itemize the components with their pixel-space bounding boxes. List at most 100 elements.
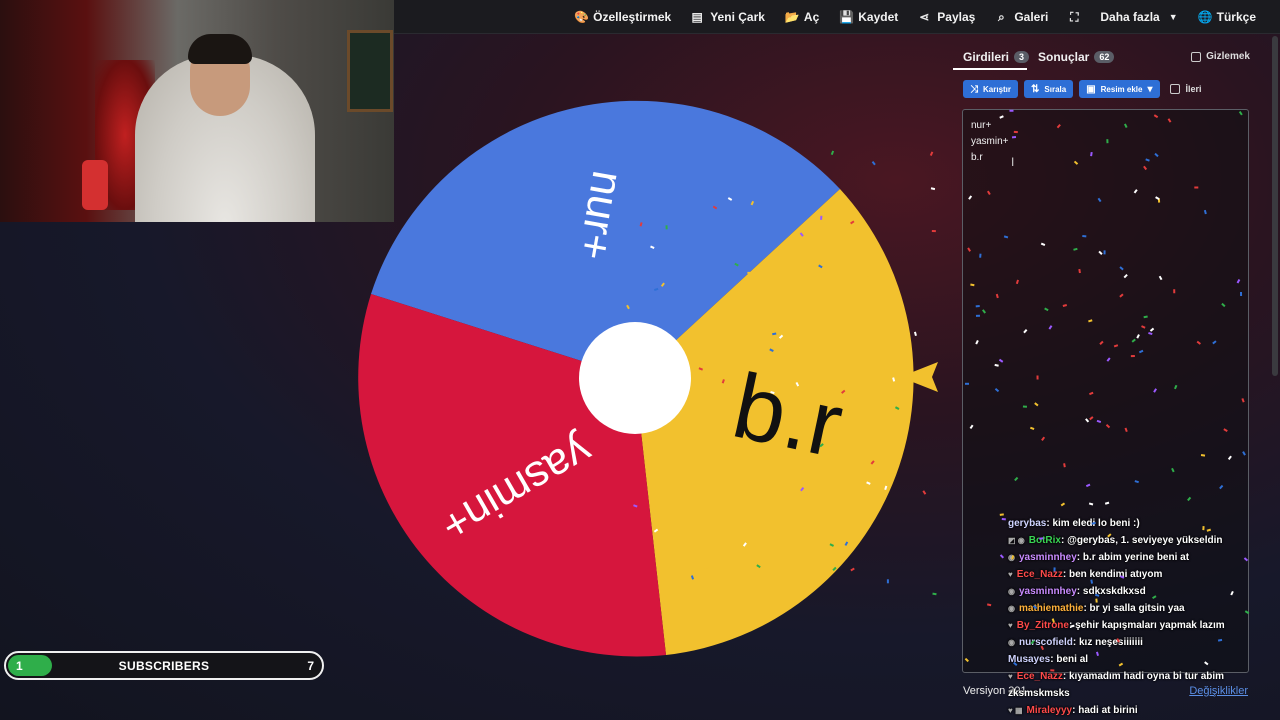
- entry-line: b.r: [971, 152, 983, 163]
- chat-username: Ece_Nazz: [1016, 671, 1063, 682]
- nav-customize-label: Özelleştirmek: [593, 10, 672, 24]
- chat-username: Miraleyyy: [1026, 705, 1073, 716]
- chat-text: : kim eledi lo beni :): [1046, 518, 1140, 529]
- chat-badge-icon: ♥: [1008, 570, 1013, 579]
- chat-text: : beni al: [1050, 654, 1089, 665]
- sort-icon: ⇅: [1031, 83, 1040, 95]
- hide-checkbox-box[interactable]: [1191, 51, 1202, 62]
- chat-username: mathiemathie: [1018, 603, 1084, 614]
- chat-message: zksmskmsks: [1008, 685, 1258, 702]
- tab-results-count: 62: [1094, 51, 1115, 63]
- chat-message: ♥ Ece_Nazz : kıyamadım hadi oyna bi tur a…: [1008, 668, 1258, 685]
- add-image-button[interactable]: ▣ Resim ekle ▾: [1079, 80, 1160, 98]
- nav-fullscreen[interactable]: ⛶: [1058, 0, 1090, 34]
- nav-gallery[interactable]: ⌕ Galeri: [985, 0, 1058, 34]
- chat-badge-icon: ♥ ▦: [1008, 706, 1023, 715]
- chat-badge-icon: ♥: [1008, 672, 1013, 681]
- webcam-overlay: [0, 0, 394, 222]
- entry-line: nur+: [971, 120, 992, 131]
- chat-username: yasminnhey: [1018, 552, 1077, 563]
- page-scrollbar[interactable]: [1272, 36, 1278, 376]
- chat-text: : ben kendimi atıyom: [1062, 569, 1163, 580]
- spin-wheel[interactable]: nur+ b.r yasmin+: [356, 99, 914, 657]
- chat-badge-icon: ♥: [1008, 621, 1013, 630]
- chat-username: By_Zitrone: [1016, 620, 1069, 631]
- tab-entries-count: 3: [1014, 51, 1030, 63]
- webcam-lamp: [82, 160, 108, 210]
- chat-message: ◉ mathiemathie : br yi salla gitsin yaa: [1008, 600, 1258, 617]
- nav-new-label: Yeni Çark: [710, 10, 765, 24]
- wheel-svg[interactable]: nur+ b.r yasmin+: [356, 99, 914, 657]
- nav-new[interactable]: ▤ Yeni Çark: [681, 0, 775, 34]
- subscribers-label: SUBSCRIBERS: [118, 659, 210, 673]
- confetti-piece: [931, 230, 936, 233]
- tab-entries[interactable]: Girdileri 3: [963, 50, 1030, 64]
- chat-badge-icon: ◉: [1008, 604, 1015, 613]
- panel-tabs: Girdileri 3 Sonuçlar 62 Gizlemek: [953, 40, 1258, 70]
- nav-menu: 🎨 Özelleştirmek ▤ Yeni Çark 📂 Aç 💾 Kaydet ⋖ Payla…: [564, 0, 1266, 34]
- wheel-pointer-icon: [900, 362, 938, 392]
- chat-text: zksmskmsks: [1008, 688, 1070, 699]
- chat-username: BotRix: [1028, 535, 1061, 546]
- nav-language-label: Türkçe: [1216, 10, 1256, 24]
- nav-share[interactable]: ⋖ Paylaş: [908, 0, 985, 34]
- nav-language[interactable]: 🌐 Türkçe: [1188, 0, 1266, 34]
- nav-more[interactable]: Daha fazla ▼: [1090, 0, 1187, 34]
- chat-text: : kıyamadım hadi oyna bi tur abim: [1062, 671, 1225, 682]
- entries-toolbar: ⤨ Karıştır ⇅ Sırala ▣ Resim ekle ▾ İleri: [963, 80, 1202, 98]
- share-icon: ⋖: [919, 10, 930, 24]
- chat-username: nurscofield: [1018, 637, 1073, 648]
- chat-text: : b.r abim yerine beni at: [1076, 552, 1190, 563]
- chat-message: ◉ yasminnhey : b.r abim yerine beni at: [1008, 549, 1258, 566]
- tab-active-indicator: [953, 68, 1027, 70]
- wheel-center-hub[interactable]: [579, 322, 691, 434]
- subscribers-goal: 7: [307, 659, 314, 673]
- shuffle-button[interactable]: ⤨ Karıştır: [963, 80, 1019, 98]
- chat-username: gerybas: [1008, 518, 1047, 529]
- hide-checkbox-label: Gizlemek: [1206, 51, 1250, 62]
- subscribers-goal-bar: 1 SUBSCRIBERS 7: [4, 651, 324, 680]
- advanced-checkbox-label: İleri: [1185, 84, 1202, 94]
- chat-message: ♥ ▦ Miraleyyy : hadi at birini: [1008, 702, 1258, 719]
- chat-message: Musayes : beni al: [1008, 651, 1258, 668]
- chat-badge-icon: ◉: [1008, 587, 1015, 596]
- chat-message: ♥ Ece_Nazz : ben kendimi atıyom: [1008, 566, 1258, 583]
- entry-line: yasmin+: [971, 136, 1009, 147]
- chat-text: : şehir kapışmaları yapmak lazım: [1068, 620, 1225, 631]
- add-image-button-label: Resim ekle: [1100, 84, 1143, 94]
- chat-message: ♥ By_Zitrone : şehir kapışmaları yapmak l…: [1008, 617, 1258, 634]
- sort-button-label: Sırala: [1044, 84, 1067, 94]
- chat-text: : @gerybas, 1. seviyeye yükseldin: [1061, 535, 1223, 546]
- search-icon: ⌕: [997, 9, 1005, 24]
- image-icon: ▣: [1086, 83, 1096, 95]
- nav-share-label: Paylaş: [937, 10, 976, 24]
- sort-button[interactable]: ⇅ Sırala: [1024, 80, 1074, 98]
- tab-results-label: Sonuçlar: [1038, 50, 1090, 64]
- advanced-checkbox[interactable]: İleri: [1169, 84, 1202, 94]
- nav-customize[interactable]: 🎨 Özelleştirmek: [564, 0, 681, 34]
- nav-open-label: Aç: [803, 10, 820, 24]
- webcam-streamer-hair: [188, 34, 252, 64]
- nav-save[interactable]: 💾 Kaydet: [829, 0, 908, 34]
- tab-results[interactable]: Sonuçlar 62: [1038, 50, 1115, 64]
- nav-open[interactable]: 📂 Aç: [775, 0, 829, 34]
- chat-text: : hadi at birini: [1072, 705, 1138, 716]
- chat-text: : kız neşesiiiiiii: [1072, 637, 1143, 648]
- tab-entries-label: Girdileri: [963, 50, 1010, 64]
- shuffle-button-label: Karıştır: [983, 84, 1012, 94]
- confetti-piece: [932, 592, 937, 596]
- shuffle-icon: ⤨: [970, 83, 978, 95]
- chat-username: Ece_Nazz: [1016, 569, 1063, 580]
- advanced-checkbox-box[interactable]: [1169, 84, 1180, 94]
- palette-icon: 🎨: [574, 10, 590, 24]
- chat-username: yasminnhey: [1018, 586, 1077, 597]
- confetti-piece: [930, 187, 936, 191]
- chat-overlay: gerybas : kim eledi lo beni :) ◩ ◉ BotRix …: [1008, 515, 1258, 719]
- nav-more-label: Daha fazla: [1100, 10, 1160, 24]
- chat-message: ◩ ◉ BotRix : @gerybas, 1. seviyeye yüksel…: [1008, 532, 1258, 549]
- chat-badge-icon: ◩ ◉: [1008, 536, 1025, 545]
- hide-checkbox[interactable]: Gizlemek: [1191, 51, 1250, 62]
- chat-text: : sdkxskdkxsd: [1076, 586, 1146, 597]
- wheel-label-br: b.r: [725, 355, 851, 477]
- text-cursor-icon: I: [1011, 155, 1015, 169]
